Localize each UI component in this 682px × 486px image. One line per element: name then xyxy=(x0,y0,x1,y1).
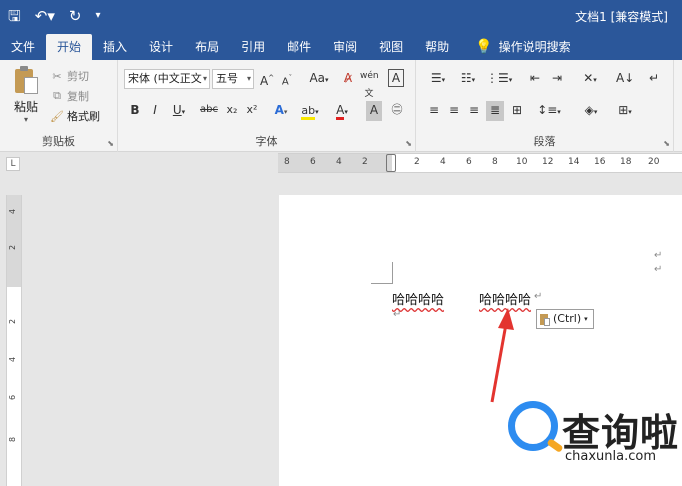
watermark-url: chaxunla.com xyxy=(565,449,656,464)
arrow-shaft xyxy=(490,323,508,403)
watermark-logo-icon xyxy=(508,401,558,451)
arrow-head xyxy=(498,308,514,330)
